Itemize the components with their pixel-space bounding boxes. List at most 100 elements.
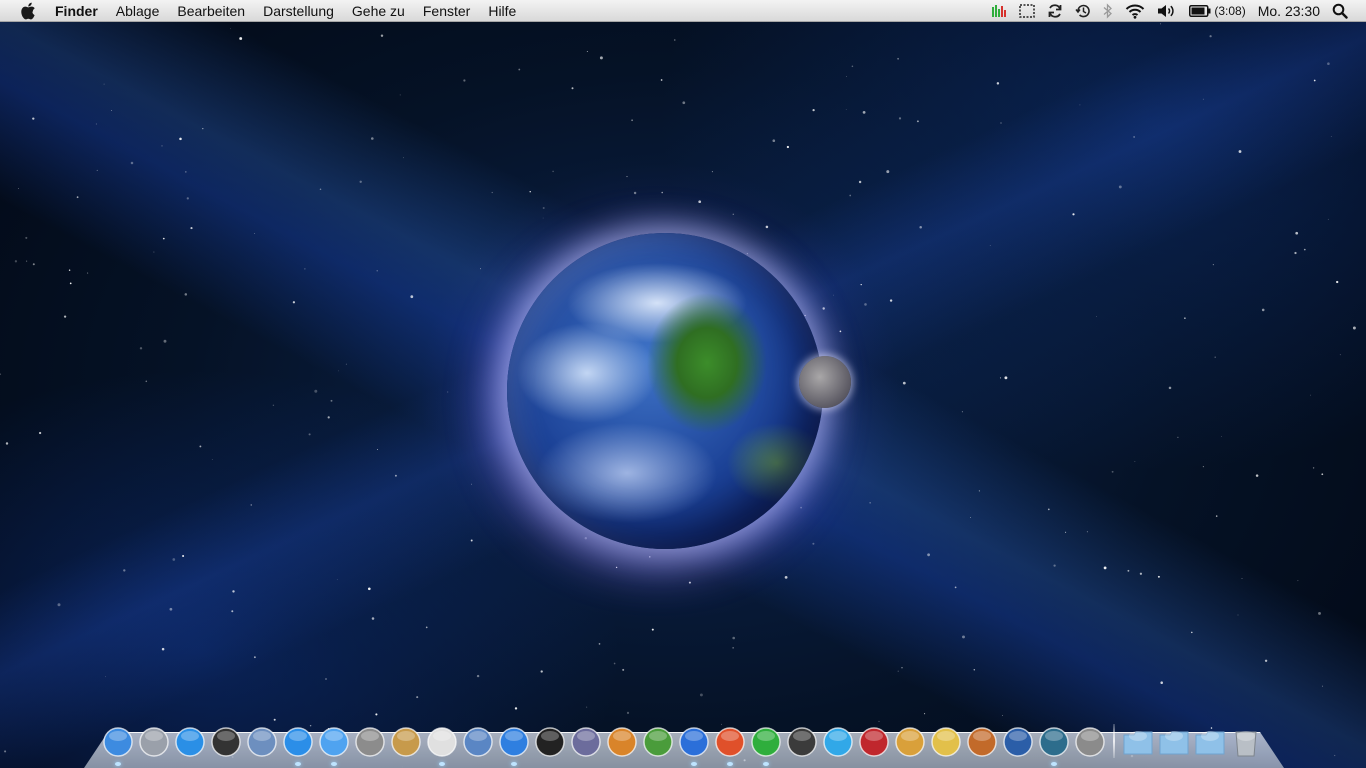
star xyxy=(1209,35,1212,38)
star xyxy=(1079,104,1081,106)
star xyxy=(973,669,976,671)
dock-iphoto[interactable] xyxy=(460,724,496,760)
time-machine-icon[interactable] xyxy=(1069,0,1097,22)
star xyxy=(804,314,806,317)
star xyxy=(182,554,185,558)
star xyxy=(1134,461,1136,462)
aperture-icon xyxy=(787,727,817,757)
star xyxy=(978,490,981,492)
activity-monitor-icon[interactable] xyxy=(985,0,1013,22)
photoshop-elements-icon xyxy=(823,727,853,757)
star xyxy=(63,315,67,318)
menu-fenster[interactable]: Fenster xyxy=(414,0,479,22)
star xyxy=(232,590,235,593)
dock-mail[interactable] xyxy=(244,724,280,760)
sync-icon[interactable] xyxy=(1041,0,1069,22)
star xyxy=(1334,754,1336,757)
star xyxy=(327,416,330,419)
menu-darstellung[interactable]: Darstellung xyxy=(254,0,343,22)
star xyxy=(919,225,922,229)
dock-imovie[interactable] xyxy=(928,724,964,760)
star xyxy=(179,137,182,141)
dock-numbers[interactable] xyxy=(640,724,676,760)
menu-finder[interactable]: Finder xyxy=(53,0,107,22)
dock-keynote-tool[interactable] xyxy=(568,724,604,760)
desktop-wallpaper xyxy=(0,0,1366,768)
star xyxy=(1214,356,1216,358)
star xyxy=(598,643,601,645)
dock-camera[interactable] xyxy=(532,724,568,760)
star xyxy=(674,39,676,41)
dock-ical[interactable] xyxy=(424,724,460,766)
dock-ichat[interactable] xyxy=(316,724,352,766)
bluetooth-icon[interactable] xyxy=(1097,0,1119,22)
dock-downloads-folder[interactable] xyxy=(1192,724,1228,760)
star xyxy=(552,170,554,173)
star xyxy=(330,399,333,402)
star xyxy=(1118,185,1122,189)
dock-app-store[interactable] xyxy=(172,724,208,760)
spotlight-icon[interactable] xyxy=(1326,0,1354,22)
star xyxy=(851,65,854,68)
dock-finder[interactable] xyxy=(100,724,136,766)
star xyxy=(613,662,616,665)
apple-logo-icon[interactable] xyxy=(17,0,39,22)
dock-excel[interactable] xyxy=(748,724,784,766)
dock-time-machine[interactable] xyxy=(1036,724,1072,766)
star xyxy=(1352,326,1356,330)
volume-icon[interactable] xyxy=(1151,0,1183,22)
star xyxy=(139,347,143,350)
star xyxy=(1327,218,1329,220)
menu-bearbeiten[interactable]: Bearbeiten xyxy=(168,0,254,22)
menu-gehe-zu[interactable]: Gehe zu xyxy=(343,0,414,22)
dock-photo-booth[interactable] xyxy=(856,724,892,760)
star xyxy=(571,87,574,90)
star xyxy=(626,711,630,714)
star xyxy=(699,693,703,697)
star xyxy=(864,303,867,306)
clock[interactable]: Mo. 23:30 xyxy=(1252,3,1326,19)
wifi-icon[interactable] xyxy=(1119,0,1151,22)
dock-aperture[interactable] xyxy=(784,724,820,760)
powerpoint-icon xyxy=(715,727,745,757)
dock-dashboard[interactable] xyxy=(208,724,244,760)
star xyxy=(95,123,97,125)
dock-safari[interactable] xyxy=(280,724,316,766)
dock-garageband[interactable] xyxy=(964,724,1000,760)
dock-system-preferences[interactable] xyxy=(1072,724,1108,760)
battery-icon[interactable]: (3:08) xyxy=(1183,0,1251,22)
star xyxy=(163,339,167,343)
star xyxy=(1215,515,1218,517)
dock-itunes[interactable] xyxy=(496,724,532,766)
star xyxy=(254,233,255,234)
dock-documents-folder[interactable] xyxy=(1156,724,1192,760)
star xyxy=(1072,213,1075,216)
star xyxy=(711,171,713,173)
moon xyxy=(799,356,851,408)
dock-word[interactable] xyxy=(676,724,712,766)
star xyxy=(1202,466,1204,468)
star xyxy=(1139,572,1143,575)
star xyxy=(1047,508,1050,511)
star xyxy=(0,373,2,376)
star xyxy=(1261,308,1265,312)
menu-ablage[interactable]: Ablage xyxy=(107,0,169,22)
screen-capture-icon[interactable] xyxy=(1013,0,1041,22)
dock-trash[interactable] xyxy=(1228,724,1264,760)
image-capture-icon xyxy=(895,727,925,757)
dock-keynote[interactable] xyxy=(604,724,640,760)
dock-powerpoint[interactable] xyxy=(712,724,748,766)
dock-launchpad[interactable] xyxy=(136,724,172,760)
star xyxy=(1238,150,1242,153)
star xyxy=(540,670,543,673)
running-indicator xyxy=(511,762,517,766)
dock-world-of-warcraft[interactable] xyxy=(1000,724,1036,760)
dock-facetime[interactable] xyxy=(352,724,388,760)
star xyxy=(211,458,213,460)
dock-address-book[interactable] xyxy=(388,724,424,760)
dock-applications-folder[interactable] xyxy=(1120,724,1156,760)
menu-hilfe[interactable]: Hilfe xyxy=(479,0,525,22)
dock-photoshop-elements[interactable] xyxy=(820,724,856,760)
dock-image-capture[interactable] xyxy=(892,724,928,760)
star xyxy=(1327,62,1330,65)
